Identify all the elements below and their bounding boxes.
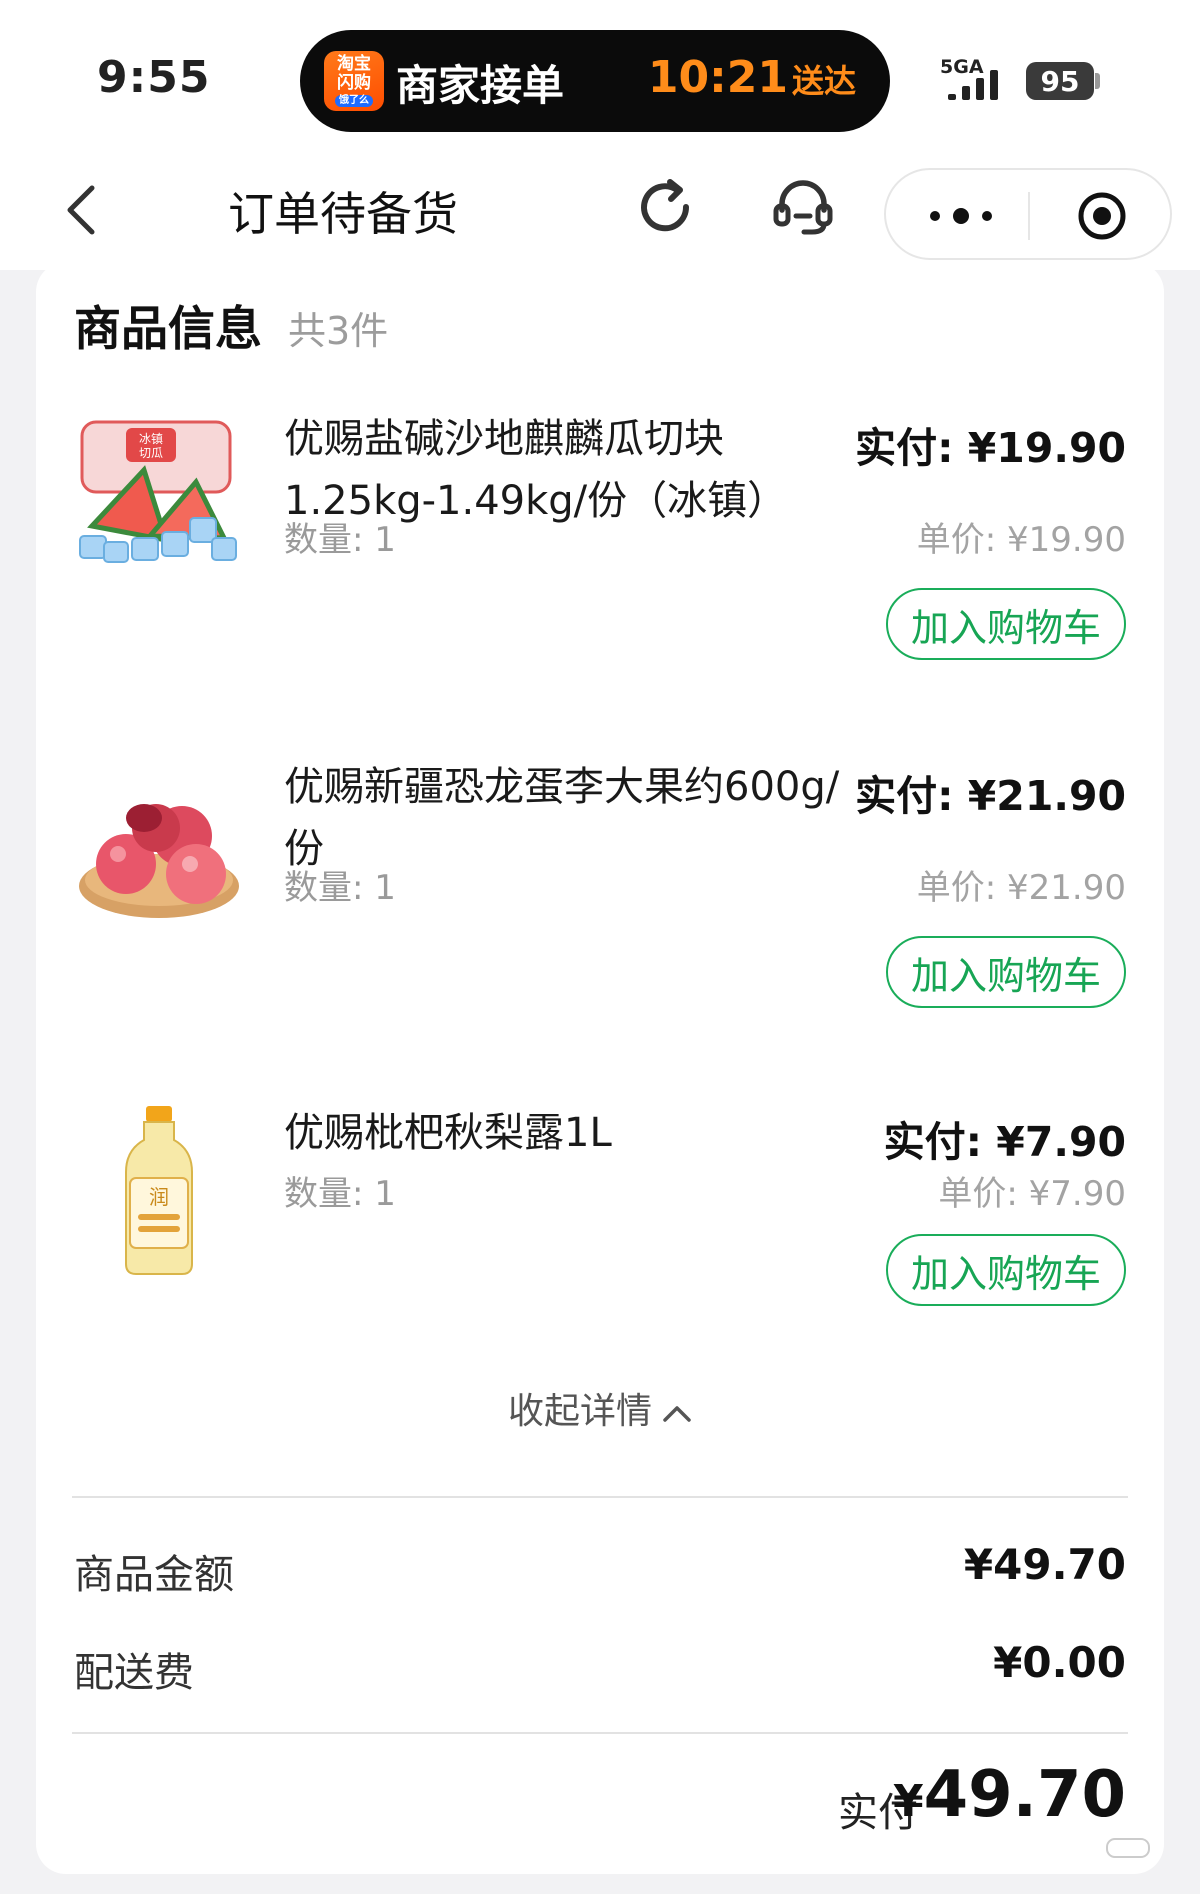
- product-paid: 实付: ¥7.90: [883, 1118, 1126, 1166]
- add-to-cart-button[interactable]: 加入购物车: [886, 588, 1126, 660]
- battery-tip: [1095, 73, 1100, 89]
- goods-card: 商品信息 共3件 冰镇 切瓜 优赐盐碱沙地麒麟瓜切块1.25kg-1.49kg/…: [36, 262, 1164, 1874]
- watermelon-image[interactable]: 冰镇 切瓜: [74, 408, 244, 578]
- battery-icon: 95: [1026, 62, 1094, 100]
- app-logo-icon: 淘宝 闪购 饿了么: [324, 51, 384, 111]
- plum-image[interactable]: [74, 766, 244, 936]
- nav-bar: 订单待备货: [0, 150, 1200, 270]
- capsule-divider: [1028, 192, 1030, 240]
- collapse-label: 收起详情: [507, 1391, 652, 1432]
- more-icon[interactable]: [926, 206, 996, 226]
- product-quantity: 数量: 1: [284, 868, 396, 908]
- back-icon[interactable]: [58, 180, 108, 240]
- product-quantity: 数量: 1: [284, 1174, 396, 1214]
- network-type: 5GA: [940, 56, 984, 78]
- svg-text:切瓜: 切瓜: [139, 446, 163, 460]
- pear-drink-bottle-image[interactable]: 润: [74, 1106, 244, 1276]
- refresh-icon[interactable]: [630, 172, 700, 242]
- eta: 10:21 送达: [648, 52, 856, 103]
- product-quantity: 数量: 1: [284, 520, 396, 560]
- delivery-fee-value: ¥0.00: [993, 1638, 1126, 1687]
- divider: [72, 1496, 1128, 1498]
- collapse-details-button[interactable]: 收起详情: [36, 1382, 1164, 1434]
- scroll-indicator: [1106, 1838, 1150, 1858]
- live-activity-pill[interactable]: 淘宝 闪购 饿了么 商家接单 10:21 送达: [300, 30, 890, 132]
- product-item: 冰镇 切瓜 优赐盐碱沙地麒麟瓜切块1.25kg-1.49kg/份（冰镇） 数量:…: [36, 408, 1164, 708]
- goods-amount-label: 商品金额: [74, 1552, 234, 1598]
- product-item: 润 优赐枇杷秋梨露1L 数量: 1 实付: ¥7.90 单价: ¥7.90 加入…: [36, 1102, 1164, 1362]
- total-amount: ¥49.70: [893, 1758, 1126, 1832]
- product-unit-price: 单价: ¥21.90: [916, 868, 1126, 908]
- item-count: 共3件: [288, 309, 389, 353]
- clock: 9:55: [97, 52, 211, 103]
- chevron-up-icon: [663, 1406, 691, 1422]
- app-logo-sub: 饿了么: [335, 95, 373, 107]
- product-name: 优赐枇杷秋梨露1L: [284, 1110, 612, 1156]
- customer-service-icon[interactable]: [768, 172, 838, 242]
- total-value: 49.70: [923, 1758, 1126, 1832]
- product-unit-price: 单价: ¥19.90: [916, 520, 1126, 560]
- product-paid: 实付: ¥19.90: [855, 424, 1126, 472]
- goods-amount-value: ¥49.70: [963, 1540, 1126, 1589]
- delivery-fee-label: 配送费: [74, 1650, 194, 1696]
- product-item: 优赐新疆恐龙蛋李大果约600g/份 数量: 1 实付: ¥21.90 单价: ¥…: [36, 756, 1164, 1056]
- eta-suffix: 送达: [791, 62, 856, 100]
- add-to-cart-button[interactable]: 加入购物车: [886, 936, 1126, 1008]
- eta-time: 10:21: [647, 52, 788, 103]
- svg-text:冰镇: 冰镇: [139, 432, 163, 446]
- product-unit-price: 单价: ¥7.90: [938, 1174, 1126, 1214]
- divider: [72, 1732, 1128, 1734]
- live-activity-title: 商家接单: [396, 61, 565, 110]
- miniapp-capsule: [884, 168, 1172, 260]
- total-currency: ¥: [892, 1776, 924, 1827]
- page-title: 订单待备货: [228, 187, 458, 241]
- svg-text:润: 润: [149, 1185, 169, 1209]
- app-logo-text: 淘宝 闪购: [337, 54, 371, 93]
- status-bar: 9:55 淘宝 闪购 饿了么 商家接单 10:21 送达 5GA 95: [0, 0, 1200, 150]
- add-to-cart-button[interactable]: 加入购物车: [886, 1234, 1126, 1306]
- product-paid: 实付: ¥21.90: [855, 772, 1126, 820]
- battery-level: 95: [1040, 64, 1080, 98]
- signal-icon: 5GA: [940, 56, 1012, 100]
- section-title: 商品信息: [74, 302, 262, 357]
- close-miniapp-icon[interactable]: [1076, 190, 1128, 242]
